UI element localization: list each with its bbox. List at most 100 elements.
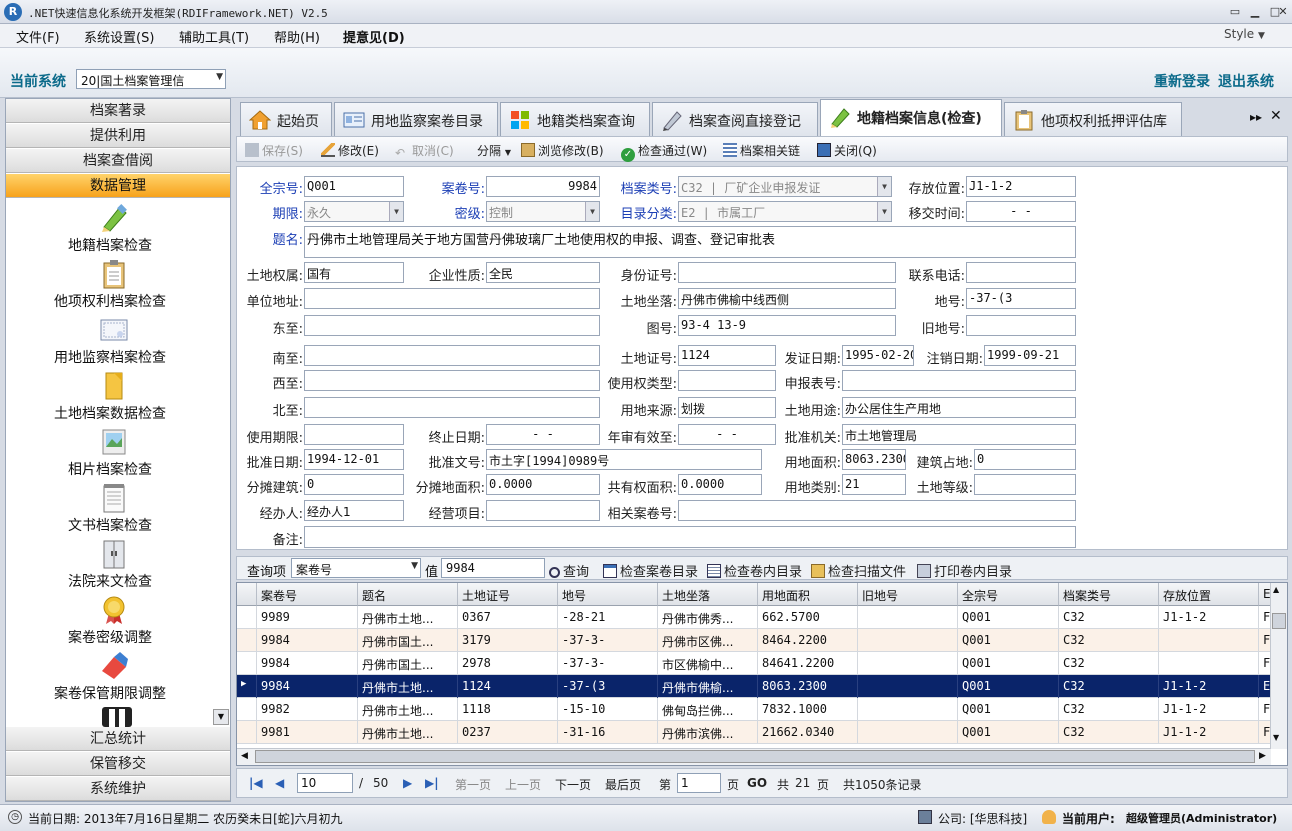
jzzd-field[interactable]: 0 (974, 449, 1076, 470)
go-button[interactable]: GO (747, 776, 767, 790)
check-volume-button[interactable]: 检查案卷目录 (603, 561, 698, 580)
tab-other-rights-mortgage[interactable]: 他项权利抵押评估库 (1004, 102, 1182, 136)
last-page-icon[interactable]: ▶| (425, 776, 439, 790)
th-field[interactable]: 93-4 13-9 (678, 315, 896, 336)
pzjg-field[interactable]: 市土地管理局 (842, 424, 1076, 445)
tdqs-field[interactable]: 国有 (304, 262, 404, 283)
dz-field[interactable] (304, 315, 600, 336)
dh-field[interactable]: -37-(3 (966, 288, 1076, 309)
menu-feedback[interactable]: 提意见(D) (343, 27, 405, 46)
table-row[interactable]: 9982 丹佛市土地... 1118 -15-10 佛甸岛拦佛... 7832.1000 Q… (237, 698, 1273, 721)
tab-cadastral-query[interactable]: 地籍类档案查询 (500, 102, 650, 136)
sidebar-item-retention-period[interactable]: 案卷保管期限调整 (6, 649, 214, 705)
restore-icon[interactable]: ▭ (1226, 4, 1244, 20)
tddj-field[interactable] (974, 474, 1076, 495)
page-input[interactable]: 10 (297, 773, 353, 793)
tdzh-field[interactable]: 1124 (678, 345, 776, 366)
cfwz-field[interactable]: J1-1-2 (966, 176, 1076, 197)
exit-link[interactable]: 退出系统 (1218, 71, 1274, 91)
tab-direct-register[interactable]: 档案查阅直接登记 (652, 102, 818, 136)
scroll-thumb[interactable] (1272, 613, 1286, 629)
scroll-thumb[interactable] (255, 750, 1255, 763)
scroll-left-icon[interactable]: ◀ (241, 751, 248, 761)
sidebar-group-transfer[interactable]: 保管移交 (6, 752, 230, 776)
ydly-field[interactable]: 划拨 (678, 397, 776, 418)
lxdh-field[interactable] (966, 262, 1076, 283)
search-button[interactable]: 查询 (549, 561, 589, 580)
syqlx-field[interactable] (678, 370, 776, 391)
zxrq-field[interactable]: 1999-09-21 (984, 345, 1076, 366)
ydlb-field[interactable]: 21 (842, 474, 906, 495)
grid-header[interactable]: 土地证号 (458, 583, 558, 606)
grid-header[interactable]: 题名 (358, 583, 458, 606)
remarks-field[interactable] (304, 526, 1076, 548)
dwdz-field[interactable] (304, 288, 600, 309)
jyxm-field[interactable] (486, 500, 600, 521)
grid-vertical-scrollbar[interactable]: ▲ ▼ (1270, 583, 1287, 749)
grid-header[interactable]: 全宗号 (958, 583, 1059, 606)
close-button[interactable]: 关闭(Q) (817, 142, 877, 159)
menu-settings[interactable]: 系统设置(S) (84, 27, 154, 46)
scroll-down-icon[interactable]: ▼ (1273, 733, 1279, 742)
grid-header[interactable]: 土地坐落 (658, 583, 758, 606)
tab-start[interactable]: 起始页 (240, 102, 332, 136)
prev-page-icon[interactable]: ◀ (275, 776, 284, 790)
sidebar-group-catalog[interactable]: 档案著录 (6, 99, 230, 123)
system-select[interactable]: 20|国土档案管理信 ▼ (76, 69, 226, 89)
table-row[interactable]: 9981 丹佛市土地... 0237 -31-16 丹佛市滨佛... 21662.0340… (237, 721, 1273, 744)
grid-header[interactable]: 存放位置 (1159, 583, 1259, 606)
tab-cadastral-info-check[interactable]: 地籍档案信息(检查) (820, 99, 1002, 136)
zzrq-field[interactable]: - - (486, 424, 600, 445)
edit-button[interactable]: 修改(E) (321, 142, 379, 159)
sidebar-item-land-data-check[interactable]: 土地档案数据检查 (6, 369, 214, 425)
fzrq-field[interactable]: 1995-02-20 (842, 345, 914, 366)
grid-horizontal-scrollbar[interactable]: ◀ ▶ (237, 748, 1271, 765)
print-inner-button[interactable]: 打印卷内目录 (917, 561, 1012, 580)
pzrq-field[interactable]: 1994-12-01 (304, 449, 404, 470)
qyxz-field[interactable]: 全民 (486, 262, 600, 283)
sidebar-scroll-down[interactable]: ▼ (213, 709, 229, 725)
sidebar-group-provide[interactable]: 提供利用 (6, 124, 230, 148)
prev-page-link[interactable]: 上一页 (505, 776, 541, 793)
check-pass-button[interactable]: ✓ 检查通过(W) (621, 142, 707, 162)
tm-field[interactable]: 丹佛市土地管理局关于地方国营丹佛玻璃厂土地使用权的申报、调查、登记审批表 (304, 226, 1076, 258)
menu-tools[interactable]: 辅助工具(T) (179, 27, 249, 46)
ydmj-field[interactable]: 8063.2300 (842, 449, 906, 470)
scroll-right-icon[interactable]: ▶ (1259, 751, 1266, 761)
ajh-field[interactable]: 9984 (486, 176, 600, 197)
table-row[interactable]: 9984 丹佛市国土... 2978 -37-3- 市区佛榆中... 84641.2200… (237, 652, 1273, 675)
gyqmj-field[interactable]: 0.0000 (678, 474, 762, 495)
sidebar-item-other-rights-check[interactable]: 他项权利档案检查 (6, 257, 214, 313)
tdzl-field[interactable]: 丹佛市佛榆中线西侧 (678, 288, 896, 309)
next-page-icon[interactable]: ▶ (403, 776, 412, 790)
syqx-field[interactable] (304, 424, 404, 445)
pzwh-field[interactable]: 市土字[1994]0989号 (486, 449, 762, 470)
grid-header[interactable]: 旧地号 (858, 583, 958, 606)
tdyt-field[interactable]: 办公居住生产用地 (842, 397, 1076, 418)
yjsj-field[interactable]: - - (966, 201, 1076, 222)
save-button[interactable]: 保存(S) (245, 142, 303, 159)
tab-scroll-right-icon[interactable]: ▸▸ (1250, 110, 1262, 124)
sidebar-item-land-supervision-check[interactable]: 用地监察档案检查 (6, 313, 214, 369)
jdh-field[interactable] (966, 315, 1076, 336)
sidebar-group-maintenance[interactable]: 系统维护 (6, 777, 230, 801)
next-page-link[interactable]: 下一页 (555, 776, 591, 793)
sidebar-item-photo-check[interactable]: 相片档案检查 (6, 425, 214, 481)
sidebar-group-data-mgmt[interactable]: 数据管理 (6, 174, 230, 198)
style-menu[interactable]: Style ▼ (1224, 27, 1265, 41)
sfzh-field[interactable] (678, 262, 896, 283)
grid-header[interactable]: 地号 (558, 583, 658, 606)
close-icon[interactable]: ✕ (1274, 4, 1292, 20)
menu-help[interactable]: 帮助(H) (274, 27, 320, 46)
qzh-field[interactable]: Q001 (304, 176, 404, 197)
dalb-select[interactable]: C32 | 厂矿企业申报发证 ▼ (678, 176, 892, 197)
first-page-icon[interactable]: |◀ (249, 776, 263, 790)
ftdmj-field[interactable]: 0.0000 (486, 474, 600, 495)
query-item-select[interactable]: 案卷号 ▼ (291, 558, 421, 578)
sbbh-field[interactable] (842, 370, 1076, 391)
table-row[interactable]: ▶ 9984 丹佛市土地... 1124 -37-(3 丹佛市佛榆... 8063.2300… (237, 675, 1273, 698)
sidebar-group-borrow[interactable]: 档案查借阅 (6, 149, 230, 173)
table-row[interactable]: 9989 丹佛市土地... 0367 -28-21 丹佛市佛秀... 662.5700 Q0… (237, 606, 1273, 629)
scroll-up-icon[interactable]: ▲ (1273, 585, 1279, 594)
table-row[interactable]: 9984 丹佛市国土... 3179 -37-3- 丹佛市区佛... 8464.2200 Q… (237, 629, 1273, 652)
